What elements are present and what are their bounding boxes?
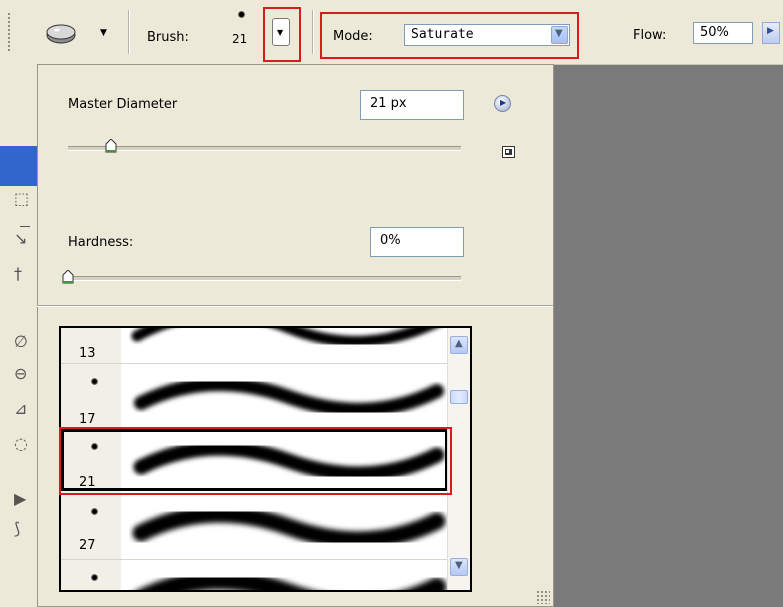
palette-title-strip [0,146,38,186]
scroll-thumb[interactable] [450,390,468,404]
hardness-label: Hardness: [68,235,134,250]
master-diameter-value: 21 px [370,96,407,111]
panel-menu-arrow-icon[interactable]: ▶ [494,95,511,112]
marquee-tool-icon[interactable]: ⬚ [14,189,34,211]
brush-preset-size: 27 [79,538,96,553]
tool-preset-dropdown-icon[interactable]: ▼ [100,28,107,38]
pen-tool-icon[interactable]: ⟆ [14,519,34,541]
brush-preset-row[interactable] [61,560,448,590]
brush-tip-icon [91,378,98,385]
scroll-down-button[interactable]: ▼ [450,558,468,576]
flow-value: 50% [700,25,729,40]
divider [128,10,130,54]
hardness-slider-track[interactable] [66,276,461,281]
master-diameter-slider-thumb[interactable] [105,139,117,153]
sponge-tool-icon [46,24,76,44]
master-diameter-slider-track[interactable] [68,146,461,151]
hardness-input[interactable]: 0% [370,227,464,257]
tool-preset-picker[interactable] [44,22,84,44]
brush-preset-size: 13 [79,346,96,361]
brush-preset-row[interactable]: 13 [61,328,448,364]
lasso-tool-icon[interactable]: ↘ [14,229,34,251]
master-diameter-label: Master Diameter [68,97,178,112]
stamp-tool-icon[interactable]: ⊖ [14,364,34,386]
hardness-slider-thumb[interactable] [62,270,74,284]
toolbar-grip[interactable] [7,12,11,52]
highlight-box [320,12,579,59]
brush-preview[interactable]: 21 [230,8,254,52]
panel-resize-grip[interactable] [536,590,550,604]
divider [20,226,30,227]
brush-label: Brush: [147,30,189,45]
brush-stroke-preview [134,377,444,417]
highlight-box [263,7,301,62]
brush-preset-size: 17 [79,412,96,427]
flow-slider-button[interactable]: ▶ [762,22,780,44]
panel-divider [37,305,553,307]
brush-preset-row[interactable]: 27 [61,494,448,560]
crop-tool-icon[interactable]: † [14,264,34,286]
brush-tip-icon [91,508,98,515]
flow-label: Flow: [633,28,667,43]
brush-tip-icon [238,11,245,18]
scroll-up-button[interactable]: ▲ [450,336,468,354]
brush-tool-icon[interactable]: ∅ [14,332,34,354]
divider [312,10,314,54]
brush-stroke-preview [132,505,446,549]
new-preset-icon[interactable] [502,146,515,158]
chevron-right-icon: ▶ [767,26,774,36]
brush-stroke-preview [131,328,437,347]
path-tool-icon[interactable]: ▶ [14,489,34,511]
hardness-value: 0% [380,233,401,248]
master-diameter-input[interactable]: 21 px [360,90,464,120]
highlight-box [59,427,452,495]
brush-preset-row[interactable]: 17 [61,364,448,430]
toolbox: ⬚ ↘ † ∅ ⊖ ⊿ ◌ ▶ ⟆ [0,64,38,607]
eraser-tool-icon[interactable]: ⊿ [14,399,34,421]
flow-input[interactable]: 50% [693,22,753,44]
brush-size-label: 21 [232,32,248,46]
brush-stroke-preview [137,570,447,590]
brush-tip-icon [91,574,98,581]
options-bar: ▼ Brush: 21 ▼ Mode: Saturate ▼ Flow: 50%… [0,0,783,65]
blur-tool-icon[interactable]: ◌ [14,434,34,456]
